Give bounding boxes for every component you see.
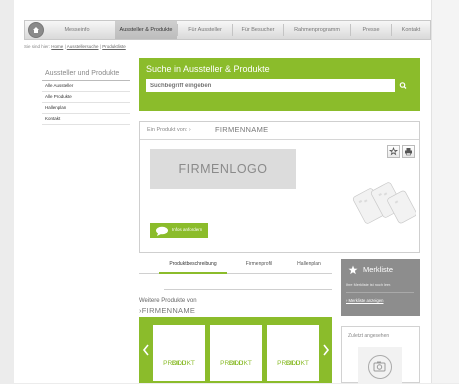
chat-icon	[156, 226, 168, 236]
star-icon	[348, 265, 358, 275]
breadcrumb-separator: |	[99, 44, 101, 49]
print-button[interactable]	[402, 145, 415, 158]
product-from-label: Ein Produkt von: ›	[147, 127, 191, 133]
camera-icon	[373, 361, 386, 372]
sidebar-item-hallenplan[interactable]: Hallenplan	[42, 103, 130, 114]
search-title: Suche in Aussteller & Produkte	[146, 64, 270, 74]
main-nav: Messeinfo Aussteller & Produkte Für Auss…	[24, 20, 431, 40]
breadcrumb-ausstellersuche-link[interactable]: Ausstellersuche	[67, 44, 99, 49]
print-icon	[405, 148, 412, 156]
search-icon	[399, 82, 407, 89]
product-header: Ein Produkt von: › FIRMENNAME	[140, 122, 419, 140]
search-banner: Suche in Aussteller & Produkte	[139, 58, 420, 111]
recently-viewed-item[interactable]	[358, 347, 402, 384]
merkliste-panel: Merkliste Ihre Merkliste ist noch leer. …	[341, 259, 420, 316]
product-card-item[interactable]: PRODUKT BILD	[267, 325, 319, 381]
chevron-left-icon	[142, 344, 149, 356]
sidebar-item-alle-produkte[interactable]: Alle Produkte	[42, 92, 130, 103]
breadcrumb-separator: |	[64, 44, 66, 49]
page: Messeinfo Aussteller & Produkte Für Auss…	[14, 0, 431, 384]
product-image	[352, 177, 417, 232]
tab-firmenprofil[interactable]: Firmenprofil	[235, 259, 283, 272]
breadcrumb-prefix: Sie sind hier:	[24, 44, 51, 49]
page-scrollbar-area	[431, 0, 459, 383]
product-card-item[interactable]: PRODUKT BILD	[210, 325, 262, 381]
product-card-line2: BILD	[171, 360, 187, 367]
product-card: Ein Produkt von: › FIRMENNAME FIRMENLOGO	[139, 121, 420, 253]
sidebar-item-kontakt[interactable]: Kontakt	[42, 114, 130, 125]
search-button[interactable]	[396, 79, 410, 92]
sidebar-item-alle-aussteller[interactable]: Alle Aussteller	[42, 81, 130, 92]
nav-item-kontakt[interactable]: Kontakt	[392, 21, 430, 39]
merkliste-empty-text: Ihre Merkliste ist noch leer.	[346, 283, 392, 287]
product-card-line2: BILD	[228, 360, 244, 367]
nav-item-fuer-aussteller[interactable]: Für Aussteller	[178, 21, 232, 39]
nav-item-aussteller-produkte[interactable]: Aussteller & Produkte	[115, 21, 177, 39]
carousel-prev-button[interactable]	[142, 343, 150, 357]
divider	[346, 292, 414, 293]
breadcrumb-produktliste-link[interactable]: Produktliste	[102, 44, 126, 49]
nav-item-rahmenprogramm[interactable]: Rahmenprogramm	[284, 21, 350, 39]
product-card-line2: BILD	[285, 360, 301, 367]
sidebar-title: Aussteller und Produkte	[42, 68, 130, 81]
search-input[interactable]	[146, 79, 395, 92]
home-icon[interactable]	[28, 22, 44, 38]
product-company-link[interactable]: FIRMENNAME	[215, 125, 268, 134]
recently-viewed-panel: Zuletzt angesehen	[341, 326, 420, 384]
sidebar: Aussteller und Produkte Alle Aussteller …	[42, 68, 130, 125]
chevron-right-icon	[323, 344, 330, 356]
product-card-item[interactable]: PRODUKT BILD	[153, 325, 205, 381]
nav-item-fuer-besucher[interactable]: Für Besucher	[233, 21, 283, 39]
camera-placeholder	[368, 355, 392, 379]
merkliste-show-link[interactable]: › Merkliste anzeigen	[346, 298, 383, 303]
favorite-button[interactable]	[387, 145, 400, 158]
star-icon	[388, 146, 399, 156]
carousel-next-button[interactable]	[322, 343, 330, 357]
company-logo: FIRMENLOGO	[150, 149, 296, 189]
nav-item-presse[interactable]: Presse	[351, 21, 391, 39]
tab-produktbeschreibung[interactable]: Produktbeschreibung	[159, 259, 227, 274]
breadcrumb: Sie sind hier: Home | Ausstellersuche | …	[24, 44, 126, 49]
breadcrumb-home-link[interactable]: Home	[51, 44, 63, 49]
request-info-label: Infos anfordern	[172, 227, 203, 232]
divider	[164, 289, 332, 290]
merkliste-title: Merkliste	[363, 265, 394, 274]
company-logo-text: FIRMENLOGO	[178, 162, 268, 176]
more-products-label: Weitere Produkte von	[139, 298, 197, 304]
more-products-company-link[interactable]: ›FIRMENNAME	[139, 306, 195, 315]
recently-viewed-title: Zuletzt angesehen	[348, 333, 390, 339]
product-tabs: Produktbeschreibung Firmenprofil Hallenp…	[139, 259, 332, 274]
product-carousel: PRODUKT BILD PRODUKT BILD PRODUKT BILD	[139, 317, 332, 383]
request-info-button[interactable]: Infos anfordern	[150, 223, 208, 238]
nav-item-messeinfo[interactable]: Messeinfo	[51, 21, 103, 39]
tab-hallenplan[interactable]: Hallenplan	[289, 259, 329, 272]
